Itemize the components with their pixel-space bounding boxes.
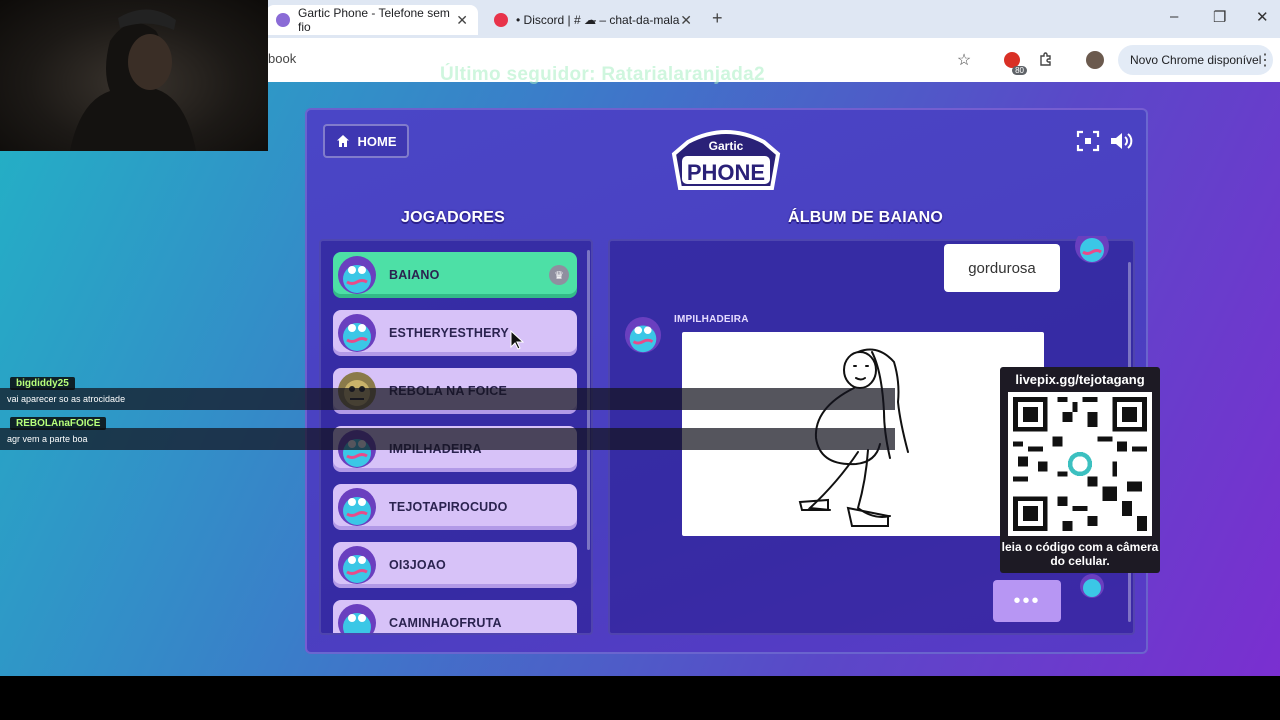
logo-top-text: Gartic (709, 139, 744, 153)
drawer-name: IMPILHADEIRA (674, 314, 749, 325)
webcam-overlay (0, 0, 268, 151)
livepix-qr-overlay: livepix.gg/tejotagang leia o código com … (1000, 367, 1160, 573)
qr-url: livepix.gg/tejotagang (1015, 372, 1145, 387)
extension-icon[interactable]: 80 (1001, 49, 1027, 75)
avatar (624, 316, 662, 354)
last-follower-overlay: Último seguidor: Ratarialaranjada2 (440, 64, 765, 85)
chat-username: REBOLAnaFOICE (10, 417, 107, 430)
player-name: CAMINHAOFRUTA (389, 616, 502, 630)
volume-icon[interactable] (1109, 130, 1133, 152)
discord-favicon-icon (494, 13, 508, 27)
tab-title: • Discord | # ☁̶ – chat-da-mala (516, 13, 680, 27)
gartic-phone-logo: Gartic PHONE (671, 130, 781, 190)
more-button[interactable]: ••• (993, 580, 1061, 622)
more-menu-icon[interactable]: ⋮ (1254, 49, 1276, 71)
address-bar[interactable]: book (268, 51, 296, 66)
chat-strip (0, 388, 895, 410)
chat-username: bigdiddy25 (10, 377, 75, 390)
qr-code-image (1008, 392, 1152, 536)
mouse-cursor-icon (510, 330, 524, 350)
player-card: CAMINHAOFRUTA (333, 600, 577, 633)
phrase-bubble: gordurosa (944, 244, 1060, 292)
tab-gartic-phone[interactable]: Gartic Phone - Telefone sem fio ✕ (266, 5, 478, 35)
close-icon[interactable]: ✕ (680, 12, 692, 29)
tab-title: Gartic Phone - Telefone sem fio (298, 6, 450, 34)
home-icon (336, 135, 349, 147)
avatar (1075, 236, 1109, 263)
avatar (338, 546, 376, 584)
player-card: OI3JOAO (333, 542, 577, 588)
player-card: TEJOTAPIROCUDO (333, 484, 577, 530)
avatar (1080, 574, 1104, 598)
avatar (338, 604, 376, 633)
player-name: TEJOTAPIROCUDO (389, 500, 508, 514)
avatar (338, 314, 376, 352)
video-letterbox (0, 676, 1280, 720)
tab-discord[interactable]: • Discord | # ☁̶ – chat-da-mala ✕ (484, 5, 702, 35)
chat-message: vai aparecer so as atrocidade (7, 394, 126, 404)
player-name: BAIANO (389, 268, 440, 282)
player-card: ESTHERYESTHERY (333, 310, 577, 356)
bookmark-star-icon[interactable]: ☆ (953, 49, 975, 71)
streamer-silhouette (70, 9, 196, 151)
home-button[interactable]: HOME (323, 124, 409, 158)
gartic-favicon-icon (276, 13, 290, 27)
fullscreen-icon[interactable] (1076, 130, 1100, 152)
player-name: OI3JOAO (389, 558, 446, 572)
home-label: HOME (357, 133, 397, 149)
chat-message: agr vem a parte boa (7, 434, 88, 444)
chat-strip (0, 428, 895, 450)
minimize-icon[interactable]: – (1170, 8, 1178, 25)
avatar (338, 256, 376, 294)
avatar (338, 488, 376, 526)
album-title: ÁLBUM DE BAIANO (788, 209, 943, 226)
puzzle-icon[interactable] (1035, 49, 1057, 71)
close-icon[interactable]: ✕ (456, 12, 468, 29)
new-tab-plus-icon[interactable]: + (712, 8, 723, 29)
window-close-icon[interactable]: ✕ (1256, 8, 1269, 26)
profile-avatar[interactable] (1084, 49, 1106, 71)
player-card: BAIANO ♛ (333, 252, 577, 298)
screen: Gartic Phone - Telefone sem fio ✕ • Disc… (0, 0, 1280, 720)
restore-icon[interactable]: ❐ (1213, 8, 1226, 26)
players-title: JOGADORES (401, 209, 506, 226)
qr-caption: leia o código com a câmera do celular. (1001, 540, 1159, 568)
extension-badge: 80 (1012, 66, 1027, 75)
chrome-update-button[interactable]: Novo Chrome disponível (1118, 45, 1274, 75)
player-name: ESTHERYESTHERY (389, 326, 509, 340)
logo-main-text: PHONE (687, 160, 765, 185)
crown-icon: ♛ (549, 265, 569, 285)
